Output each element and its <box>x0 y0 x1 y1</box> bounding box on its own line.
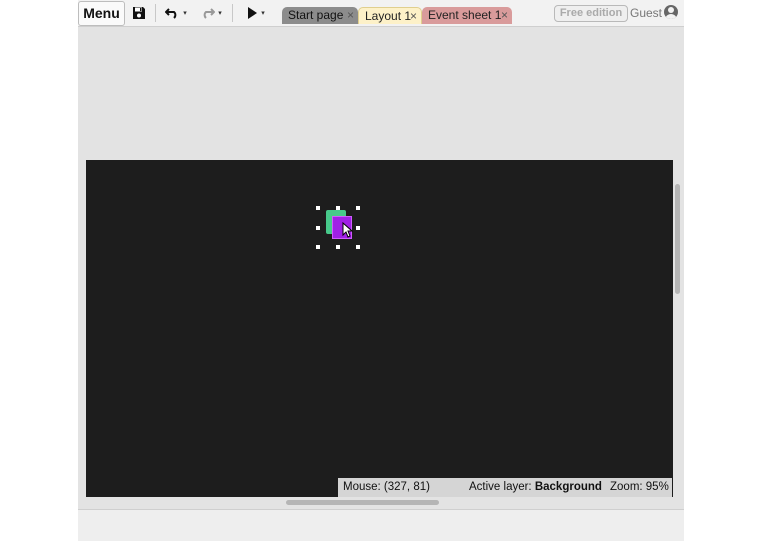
layout-canvas[interactable] <box>86 160 673 497</box>
resize-handle[interactable] <box>356 226 360 230</box>
save-icon <box>133 7 145 19</box>
guest-label[interactable]: Guest <box>630 6 662 20</box>
tab-label: Event sheet 1 <box>428 8 502 22</box>
free-edition-badge[interactable]: Free edition <box>554 5 628 22</box>
horizontal-scrollbar[interactable] <box>286 500 439 505</box>
resize-handle[interactable] <box>316 206 320 210</box>
tab-event-sheet-1[interactable]: Event sheet 1 × <box>422 7 512 24</box>
top-toolbar: Menu ▾ ▾ ▾ Start page × Layout 1 × Event… <box>78 0 684 27</box>
resize-handle[interactable] <box>316 226 320 230</box>
mouse-position: Mouse: (327, 81) <box>343 481 430 493</box>
resize-handle[interactable] <box>356 245 360 249</box>
undo-icon <box>165 8 177 19</box>
construct-editor-window: Menu ▾ ▾ ▾ Start page × Layout 1 × Event… <box>78 0 684 541</box>
redo-button[interactable]: ▾ <box>197 4 225 22</box>
resize-handle[interactable] <box>336 245 340 249</box>
close-icon[interactable]: × <box>410 8 417 25</box>
redo-dropdown-icon[interactable]: ▾ <box>218 9 222 17</box>
vertical-scrollbar[interactable] <box>675 184 680 294</box>
close-icon[interactable]: × <box>347 7 354 24</box>
undo-dropdown-icon[interactable]: ▾ <box>183 9 187 17</box>
play-icon <box>248 7 258 19</box>
active-layer-name: Background <box>534 481 602 493</box>
toolbar-separator <box>155 4 156 22</box>
tab-label: Layout 1 <box>365 9 412 23</box>
tab-start-page[interactable]: Start page × <box>282 7 358 24</box>
zoom-level: Zoom: 95% <box>610 481 669 493</box>
menu-button[interactable]: Menu <box>78 1 125 26</box>
undo-button[interactable]: ▾ <box>162 4 190 22</box>
preview-dropdown-icon[interactable]: ▾ <box>261 9 265 17</box>
bottom-panel <box>78 509 684 541</box>
resize-handle[interactable] <box>316 245 320 249</box>
tab-label: Start page <box>288 8 344 22</box>
redo-icon <box>203 8 216 19</box>
resize-handle[interactable] <box>336 206 340 210</box>
active-layer-prefix: Active layer: <box>469 481 535 493</box>
user-icon[interactable] <box>664 5 678 19</box>
toolbar-separator <box>232 4 233 22</box>
save-button[interactable] <box>130 4 148 22</box>
preview-button[interactable]: ▾ <box>242 4 270 22</box>
close-icon[interactable]: × <box>501 7 508 24</box>
mouse-cursor-icon <box>342 222 354 238</box>
active-layer-status: Active layer: Background <box>469 481 602 493</box>
resize-handle[interactable] <box>356 206 360 210</box>
tab-layout-1[interactable]: Layout 1 × <box>358 7 422 24</box>
status-bar: Mouse: (327, 81) Active layer: Backgroun… <box>338 478 672 497</box>
